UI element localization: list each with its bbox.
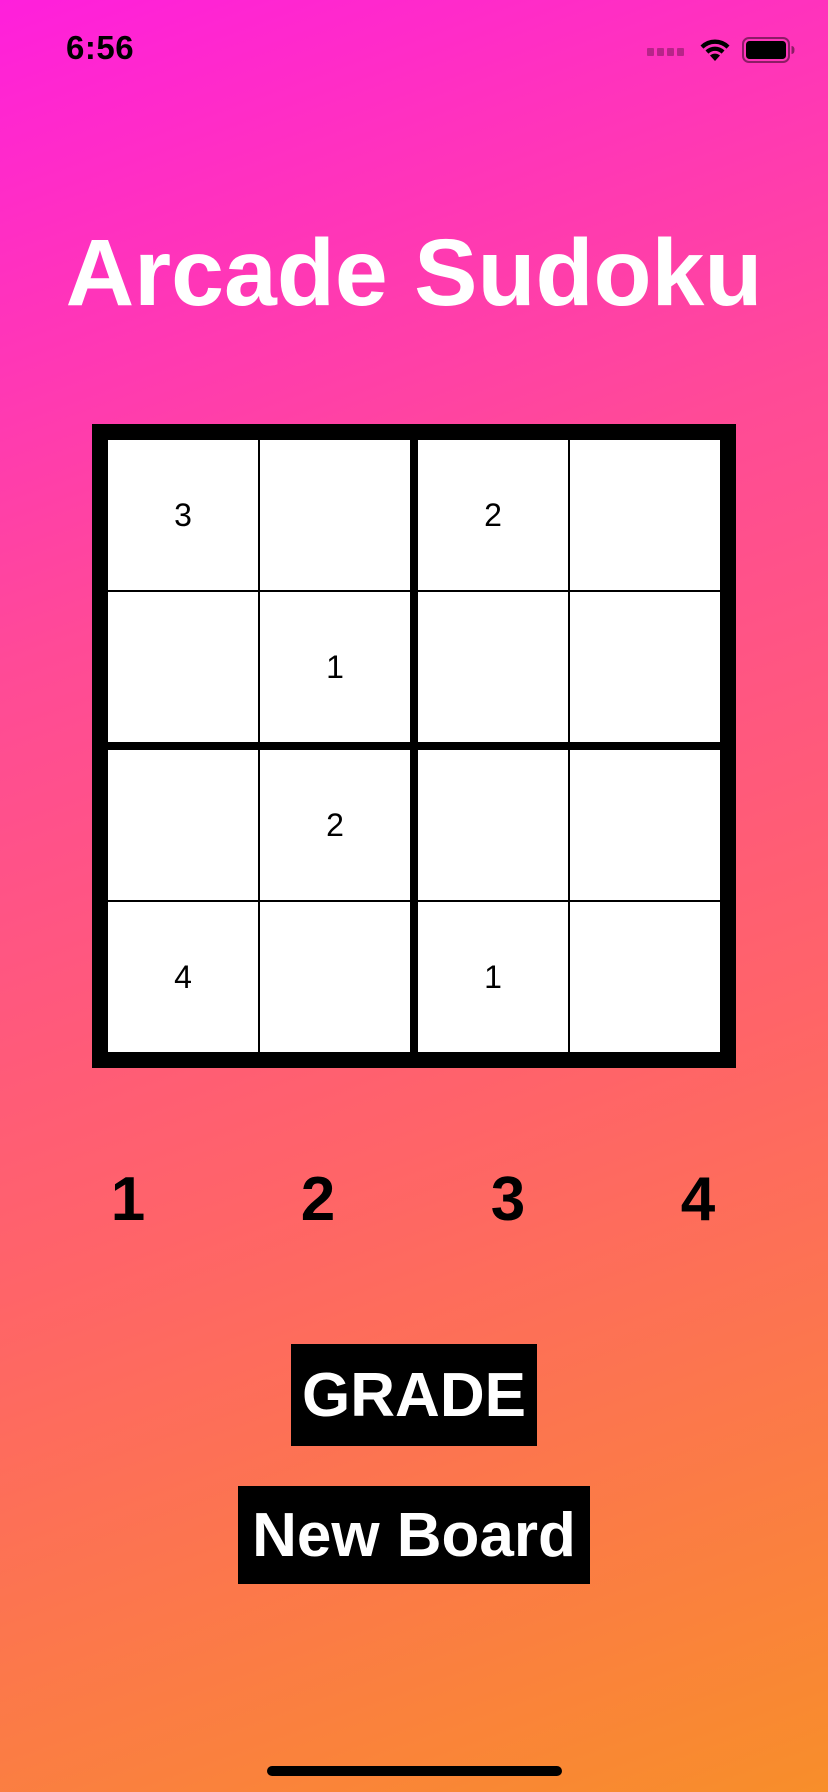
board-cell-r3-c1[interactable]: [108, 750, 258, 900]
board-cell-r1-c2[interactable]: [260, 440, 410, 590]
board-cell-r4-c1[interactable]: 4: [108, 902, 258, 1052]
status-icons: [647, 34, 796, 66]
number-option-3[interactable]: 3: [468, 1160, 548, 1240]
number-option-2[interactable]: 2: [278, 1160, 358, 1240]
board-cell-r1-c3[interactable]: 2: [418, 440, 568, 590]
board-cell-r2-c1[interactable]: [108, 592, 258, 742]
board-cell-r2-c3[interactable]: [418, 592, 568, 742]
board-cell-r2-c4[interactable]: [570, 592, 720, 742]
board-cell-r3-c2[interactable]: 2: [260, 750, 410, 900]
wifi-icon: [700, 39, 730, 61]
board-cell-r2-c2[interactable]: 1: [260, 592, 410, 742]
board-cell-r4-c3[interactable]: 1: [418, 902, 568, 1052]
status-time: 6:56: [66, 29, 135, 66]
board-cell-r3-c4[interactable]: [570, 750, 720, 900]
cellular-signal-icon: [647, 44, 684, 56]
sudoku-board: 321241: [92, 424, 736, 1068]
grade-button[interactable]: GRADE: [291, 1344, 537, 1446]
home-indicator: [267, 1766, 562, 1776]
board-cell-r4-c2[interactable]: [260, 902, 410, 1052]
board-cell-r1-c4[interactable]: [570, 440, 720, 590]
app-title: Arcade Sudoku: [65, 220, 763, 326]
board-cell-r3-c3[interactable]: [418, 750, 568, 900]
number-option-1[interactable]: 1: [88, 1160, 168, 1240]
battery-icon: [742, 37, 795, 63]
board-cell-r1-c1[interactable]: 3: [108, 440, 258, 590]
number-option-4[interactable]: 4: [658, 1160, 738, 1240]
status-bar: 6:56: [0, 0, 828, 100]
board-cell-r4-c4[interactable]: [570, 902, 720, 1052]
number-picker: 1 2 3 4: [0, 1160, 828, 1240]
new-board-button[interactable]: New Board: [238, 1486, 590, 1584]
